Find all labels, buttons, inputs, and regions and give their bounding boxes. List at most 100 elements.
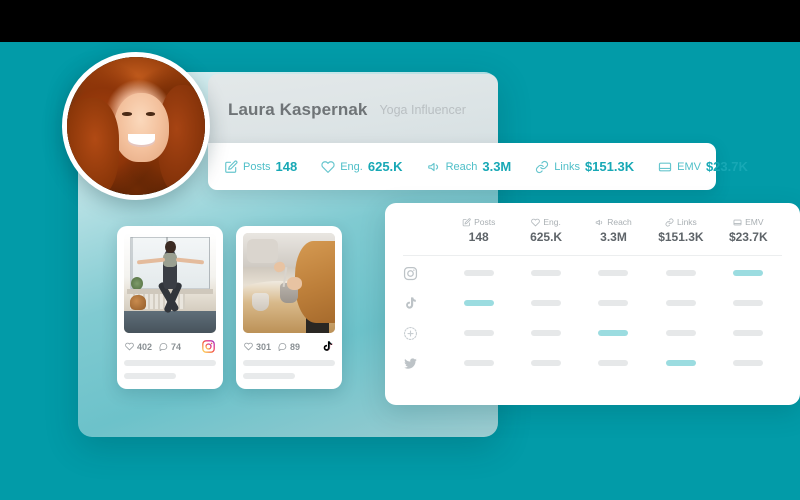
table-row[interactable]: [403, 258, 782, 288]
emv-icon: [733, 218, 742, 227]
hand-lower: [287, 277, 302, 290]
stat-links-value: $151.3K: [584, 159, 635, 174]
table-column-links-label: Links: [676, 217, 697, 227]
avatar-photo: [67, 57, 205, 195]
post-comments-count: 89: [290, 341, 301, 352]
stat-posts[interactable]: Posts 148: [224, 159, 297, 174]
table-cell: [715, 360, 782, 366]
stat-links[interactable]: Links $151.3K: [535, 159, 634, 174]
avatar[interactable]: [62, 52, 210, 200]
dog-shape: [129, 295, 147, 310]
stat-links-label: Links: [554, 160, 580, 173]
profile-role: Yoga Influencer: [379, 103, 466, 117]
post-placeholder-line: [243, 360, 335, 366]
instagram-icon[interactable]: [202, 340, 215, 353]
stat-engagement-value: 625.K: [367, 159, 403, 174]
post-placeholder-line: [243, 373, 295, 379]
heart-icon: [531, 218, 541, 227]
table-row-platform: [403, 296, 445, 311]
stat-reach-label: Reach: [445, 160, 478, 173]
profile-name: Laura Kaspernak: [228, 100, 368, 119]
post-comments: 74: [159, 342, 181, 352]
reach-icon: [427, 160, 441, 174]
table-column-links: Links $151.3K: [647, 217, 714, 246]
table-cell: [647, 300, 714, 306]
value-bar: [598, 360, 629, 366]
metrics-table: Posts 148 Eng. 625.K Reach 3.3M Links $1…: [385, 203, 800, 378]
table-cell: [512, 270, 579, 276]
stat-engagement-label: Eng.: [340, 160, 363, 173]
stat-emv[interactable]: EMV $23.7K: [658, 159, 748, 174]
link-icon: [535, 160, 549, 174]
value-bar: [531, 360, 562, 366]
table-column-posts-label-wrap: Posts: [445, 217, 512, 227]
post-image-coffee: [243, 233, 335, 333]
avatar-smile: [127, 134, 156, 147]
value-bar: [733, 330, 764, 336]
second-mug: [252, 293, 269, 311]
value-bar: [531, 330, 562, 336]
table-cell: [647, 360, 714, 366]
table-cell: [580, 270, 647, 276]
value-bar: [463, 360, 494, 366]
table-column-posts-value: 148: [468, 230, 489, 244]
post-likes-count: 301: [256, 341, 272, 352]
table-row[interactable]: [403, 318, 782, 348]
table-row-platform: [403, 266, 445, 281]
value-bar: [463, 330, 494, 336]
value-bar-highlighted: [463, 300, 494, 306]
table-cell: [647, 270, 714, 276]
head: [165, 241, 176, 253]
heart-icon: [125, 342, 134, 351]
post-likes: 301: [244, 342, 271, 352]
value-bar-highlighted: [733, 270, 764, 276]
profile-header: Laura Kaspernak Yoga Influencer: [208, 74, 498, 146]
table-column-engagement-label-wrap: Eng.: [512, 217, 579, 227]
table-column-engagement-label: Eng.: [543, 217, 561, 227]
posts-icon: [462, 217, 471, 227]
table-header-row: Posts 148 Eng. 625.K Reach 3.3M Links $1…: [403, 217, 782, 246]
table-cell: [445, 300, 512, 306]
table-column-emv: EMV $23.7K: [715, 217, 782, 246]
heart-icon: [244, 342, 253, 351]
table-row-platform: [403, 326, 445, 341]
stat-emv-value: $23.7K: [705, 159, 748, 174]
add-network-icon[interactable]: [403, 326, 418, 341]
tiktok-icon: [403, 296, 418, 311]
table-column-links-value: $151.3K: [658, 230, 704, 244]
post-meta: 402 74: [125, 340, 215, 353]
table-row[interactable]: [403, 288, 782, 318]
tiktok-icon[interactable]: [321, 340, 334, 353]
stat-reach[interactable]: Reach 3.3M: [427, 159, 512, 174]
table-row[interactable]: [403, 348, 782, 378]
value-bar: [531, 300, 562, 306]
comment-icon: [159, 342, 168, 351]
post-card[interactable]: 402 74: [117, 226, 223, 389]
table-row-platform: [403, 356, 445, 371]
table-column-reach-value: 3.3M: [600, 230, 627, 244]
sofa-shape: [246, 239, 278, 263]
yoga-mat: [124, 311, 216, 333]
table-column-reach-label-wrap: Reach: [580, 217, 647, 227]
table-cell: [715, 330, 782, 336]
table-cell: [445, 330, 512, 336]
value-bar: [665, 330, 696, 336]
twitter-icon: [403, 356, 418, 371]
value-bar-highlighted: [598, 330, 629, 336]
avatar-hair-front: [67, 98, 120, 195]
table-column-reach: Reach 3.3M: [580, 217, 647, 246]
value-bar: [733, 360, 764, 366]
value-bar: [665, 300, 696, 306]
value-bar: [598, 270, 629, 276]
reach-icon: [595, 218, 604, 227]
table-column-emv-label-wrap: EMV: [715, 217, 782, 227]
stat-reach-value: 3.3M: [482, 159, 512, 174]
table-column-posts: Posts 148: [445, 217, 512, 246]
post-card[interactable]: 301 89: [236, 226, 342, 389]
table-cell: [512, 360, 579, 366]
screenshot-stage: Laura Kaspernak Yoga Influencer Posts 14…: [0, 0, 800, 500]
post-likes-count: 402: [137, 341, 153, 352]
instagram-icon: [403, 266, 418, 281]
table-cell: [715, 300, 782, 306]
stat-engagement[interactable]: Eng. 625.K: [321, 159, 403, 174]
